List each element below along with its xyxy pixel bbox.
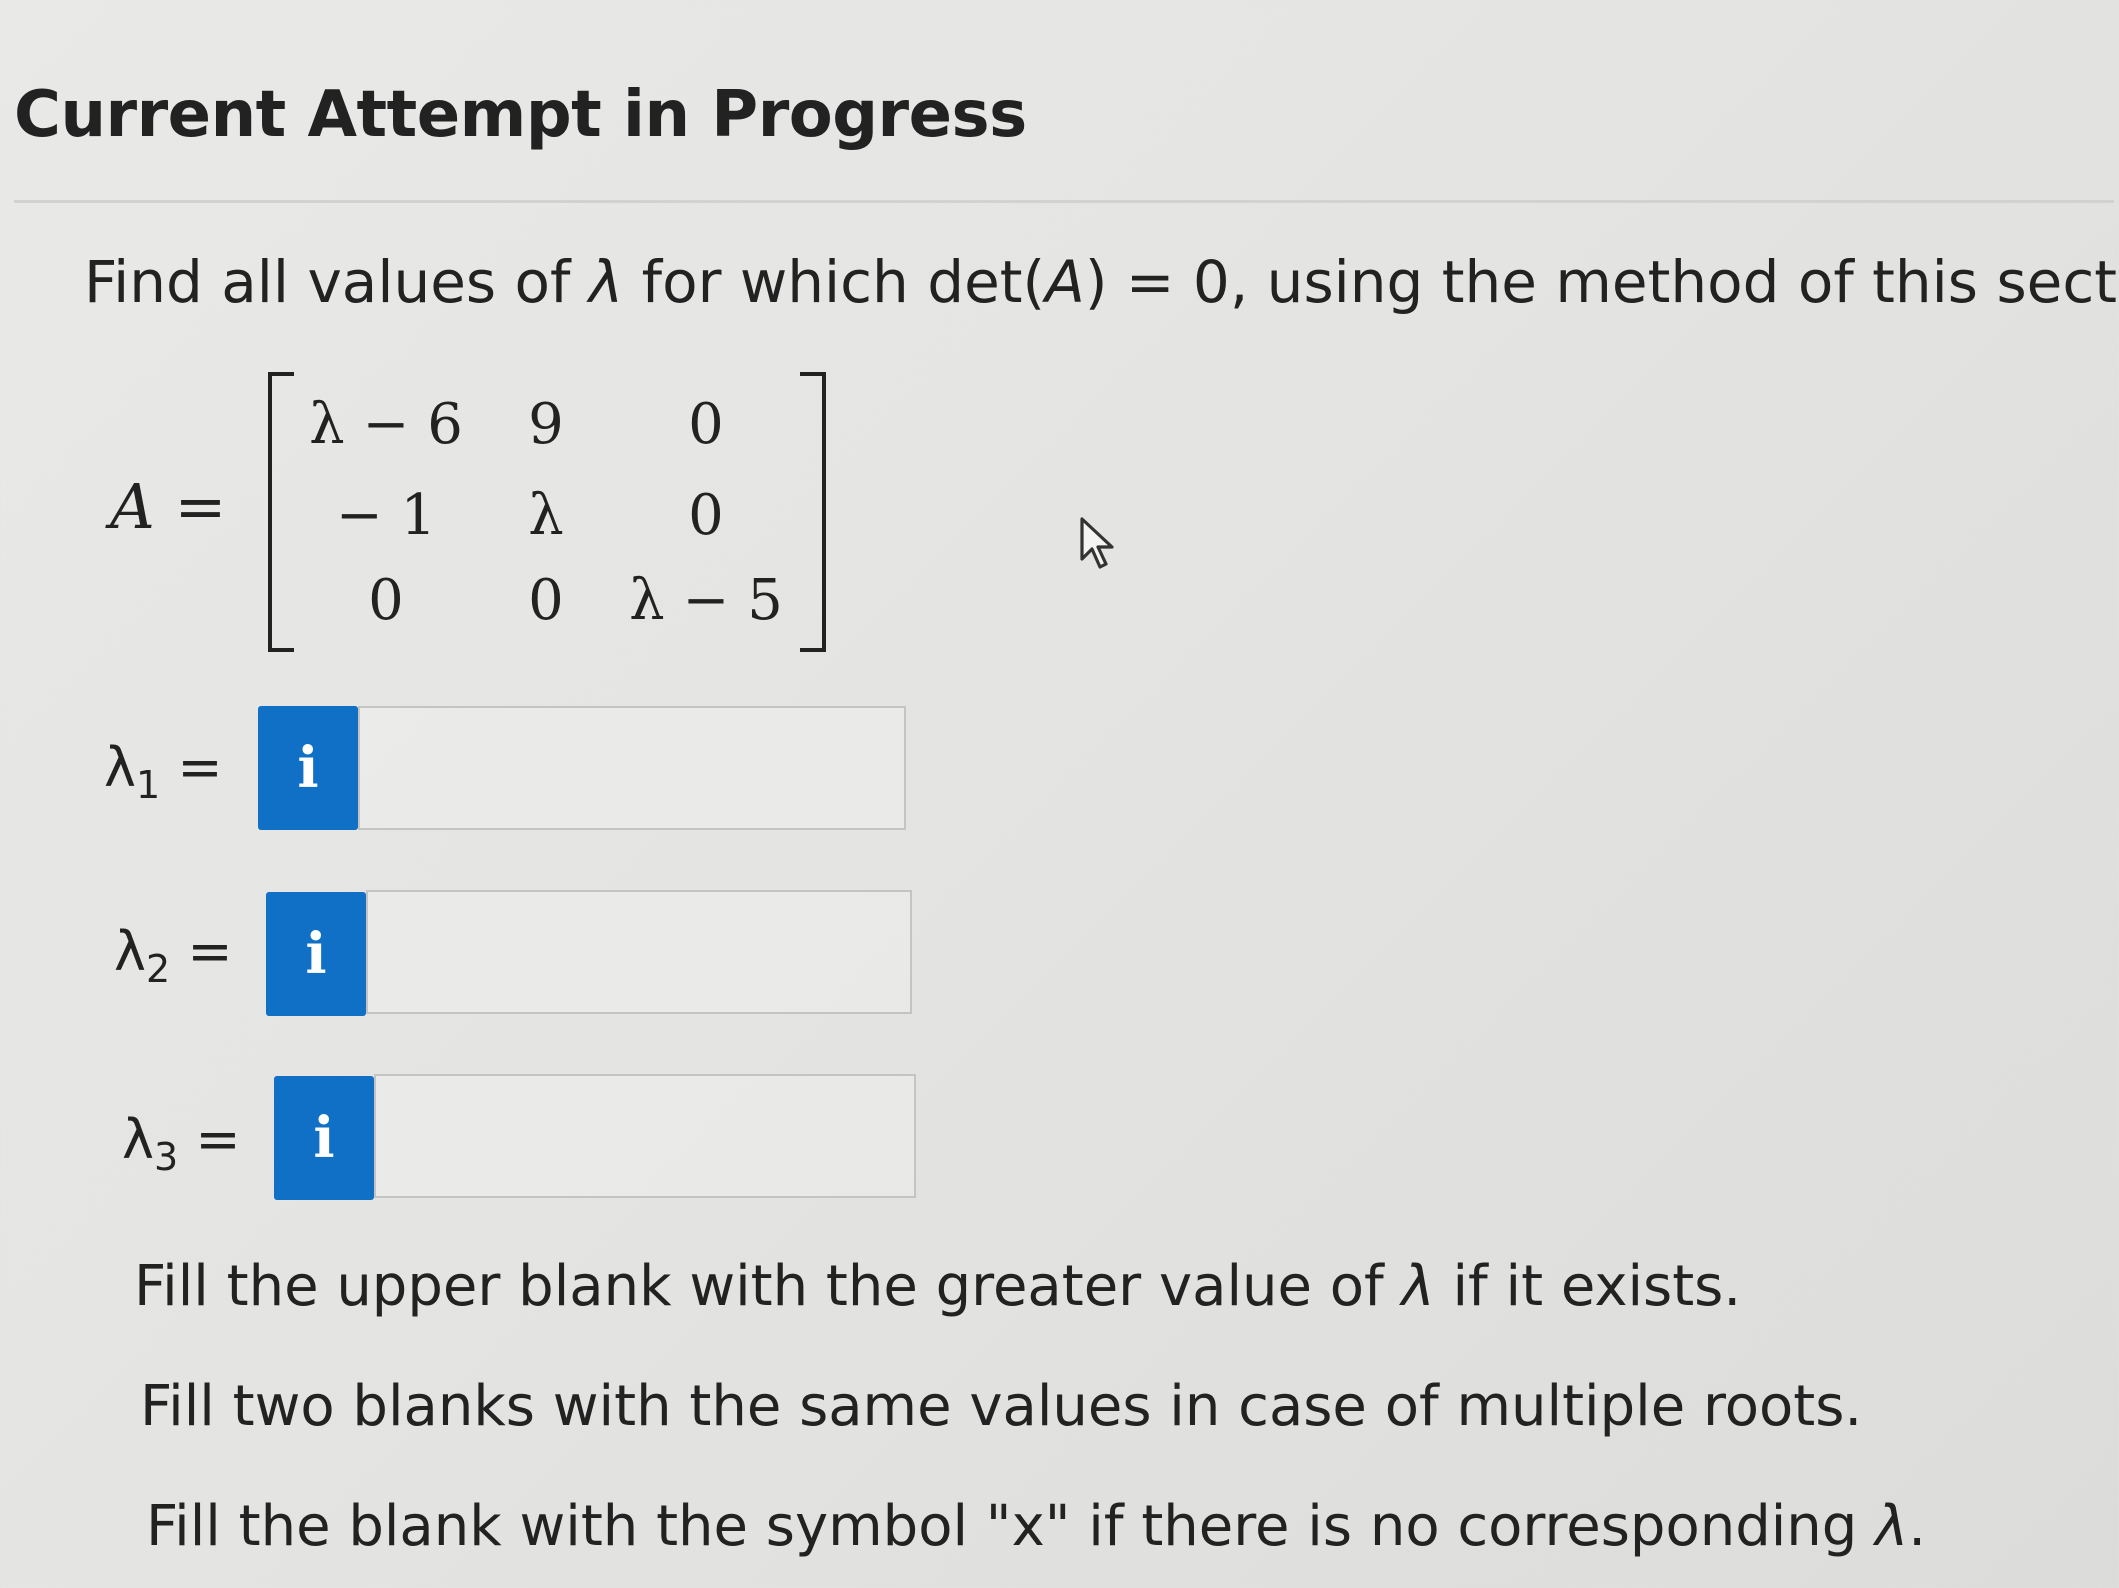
- answer-row-1: λ1 = i: [0, 706, 910, 832]
- matrix-label: A =: [110, 470, 226, 543]
- lambda-index: 2: [145, 946, 171, 991]
- question-var: A: [1045, 248, 1085, 316]
- mouse-pointer-icon: [1080, 517, 1114, 569]
- question-prefix: Find all values of: [84, 248, 589, 316]
- instruction-greater-value: Fill the upper blank with the greater va…: [134, 1254, 1741, 1319]
- matrix-cell: λ − 6: [309, 391, 463, 457]
- instruction-1-suffix: if it exists.: [1434, 1254, 1742, 1319]
- lambda-equals: =: [178, 1108, 241, 1171]
- answer-row-3: λ3 = i: [0, 1074, 918, 1200]
- matrix-cell: 0: [528, 567, 564, 633]
- instruction-1-prefix: Fill the upper blank with the greater va…: [134, 1254, 1402, 1319]
- matrix-name: A: [110, 470, 155, 543]
- matrix-cell: 0: [368, 567, 404, 633]
- instruction-3-lambda: λ: [1875, 1494, 1909, 1559]
- matrix-equals: =: [154, 470, 227, 543]
- lambda-3-input[interactable]: [374, 1074, 916, 1198]
- lambda-2-label: λ2 =: [114, 920, 233, 991]
- matrix-right-bracket: [800, 372, 826, 652]
- instruction-1-lambda: λ: [1401, 1254, 1435, 1319]
- lambda-equals: =: [170, 920, 233, 983]
- lambda-1-input[interactable]: [358, 706, 906, 830]
- info-icon: i: [313, 1105, 335, 1171]
- matrix-cell: − 1: [335, 482, 437, 548]
- question-lambda: λ: [588, 248, 624, 316]
- question-suffix: ) = 0, using the method of this section.: [1084, 248, 2119, 316]
- answer-row-2: λ2 = i: [0, 890, 915, 1016]
- info-icon: i: [305, 921, 327, 987]
- info-icon: i: [297, 735, 319, 801]
- instruction-3-prefix: Fill the blank with the symbol "x" if th…: [146, 1494, 1876, 1559]
- lambda-1-label: λ1 =: [104, 736, 223, 807]
- matrix-cell: λ − 5: [629, 567, 783, 633]
- lambda-equals: =: [160, 736, 223, 799]
- lambda-index: 3: [153, 1134, 179, 1179]
- header-divider: [14, 200, 2114, 203]
- lambda-symbol: λ: [114, 920, 146, 983]
- matrix-cell: λ: [528, 482, 564, 548]
- matrix-grid: λ − 6 9 0 − 1 λ 0 0 0 λ − 5: [296, 376, 796, 642]
- instruction-3-suffix: .: [1908, 1494, 1927, 1559]
- matrix-cell: 0: [688, 391, 724, 457]
- instruction-multiple-roots: Fill two blanks with the same values in …: [140, 1374, 1863, 1439]
- instruction-no-lambda: Fill the blank with the symbol "x" if th…: [146, 1494, 1926, 1559]
- info-button-3[interactable]: i: [274, 1076, 374, 1200]
- matrix-cell: 9: [528, 391, 564, 457]
- question-middle: for which det(: [623, 248, 1046, 316]
- lambda-symbol: λ: [104, 736, 136, 799]
- matrix-left-bracket: [268, 372, 294, 652]
- question-text: Find all values of λ for which det(A) = …: [84, 248, 2119, 316]
- info-button-2[interactable]: i: [266, 892, 366, 1016]
- lambda-2-input[interactable]: [366, 890, 912, 1014]
- lambda-symbol: λ: [122, 1108, 154, 1171]
- page-title: Current Attempt in Progress: [14, 78, 1027, 152]
- info-button-1[interactable]: i: [258, 706, 358, 830]
- matrix-cell: 0: [688, 482, 724, 548]
- lambda-3-label: λ3 =: [122, 1108, 241, 1179]
- lambda-index: 1: [135, 762, 161, 807]
